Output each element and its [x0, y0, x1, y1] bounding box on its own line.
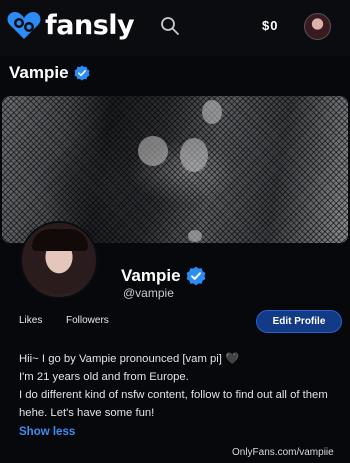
user-avatar-menu[interactable]: [304, 13, 331, 40]
fansly-heart-icon: [7, 12, 41, 39]
profile-display-name: Vampie: [121, 266, 181, 285]
fansly-logo[interactable]: fansly: [6, 9, 135, 41]
watermark: OnlyFans.com/vampiie: [232, 447, 334, 458]
edit-profile-button[interactable]: Edit Profile: [256, 310, 342, 333]
account-name: Vampie: [9, 63, 69, 82]
brand-name: fansly: [45, 9, 135, 41]
bio-line: Hii~ I go by Vampie pronounced [vam pi] …: [19, 353, 240, 365]
banner-detail: [202, 100, 222, 124]
likes-stat[interactable]: Likes: [19, 315, 42, 326]
banner-detail: [188, 230, 202, 242]
top-navigation-bar: fansly $0: [0, 0, 350, 56]
bio-line: hehe. Let's have some fun!: [19, 407, 155, 419]
banner-detail: [180, 138, 208, 172]
search-icon[interactable]: [160, 16, 180, 36]
verified-badge-icon: [186, 266, 205, 286]
bio-line: I'm 21 years old and from Europe.: [19, 371, 189, 383]
profile-bio: Hii~ I go by Vampie pronounced [vam pi] …: [19, 350, 344, 422]
verified-badge-icon: [74, 65, 90, 81]
show-less-link[interactable]: Show less: [19, 426, 75, 438]
account-title: Vampie: [9, 63, 90, 83]
followers-stat[interactable]: Followers: [66, 315, 109, 326]
bio-line: I do different kind of nsfw content, fol…: [19, 389, 328, 401]
banner-detail: [138, 136, 168, 166]
profile-avatar[interactable]: [20, 221, 98, 299]
profile-name-row: Vampie: [121, 266, 206, 286]
profile-handle: @vampie: [123, 286, 174, 300]
avatar-hair: [32, 229, 88, 251]
wallet-balance[interactable]: $0: [262, 18, 278, 33]
